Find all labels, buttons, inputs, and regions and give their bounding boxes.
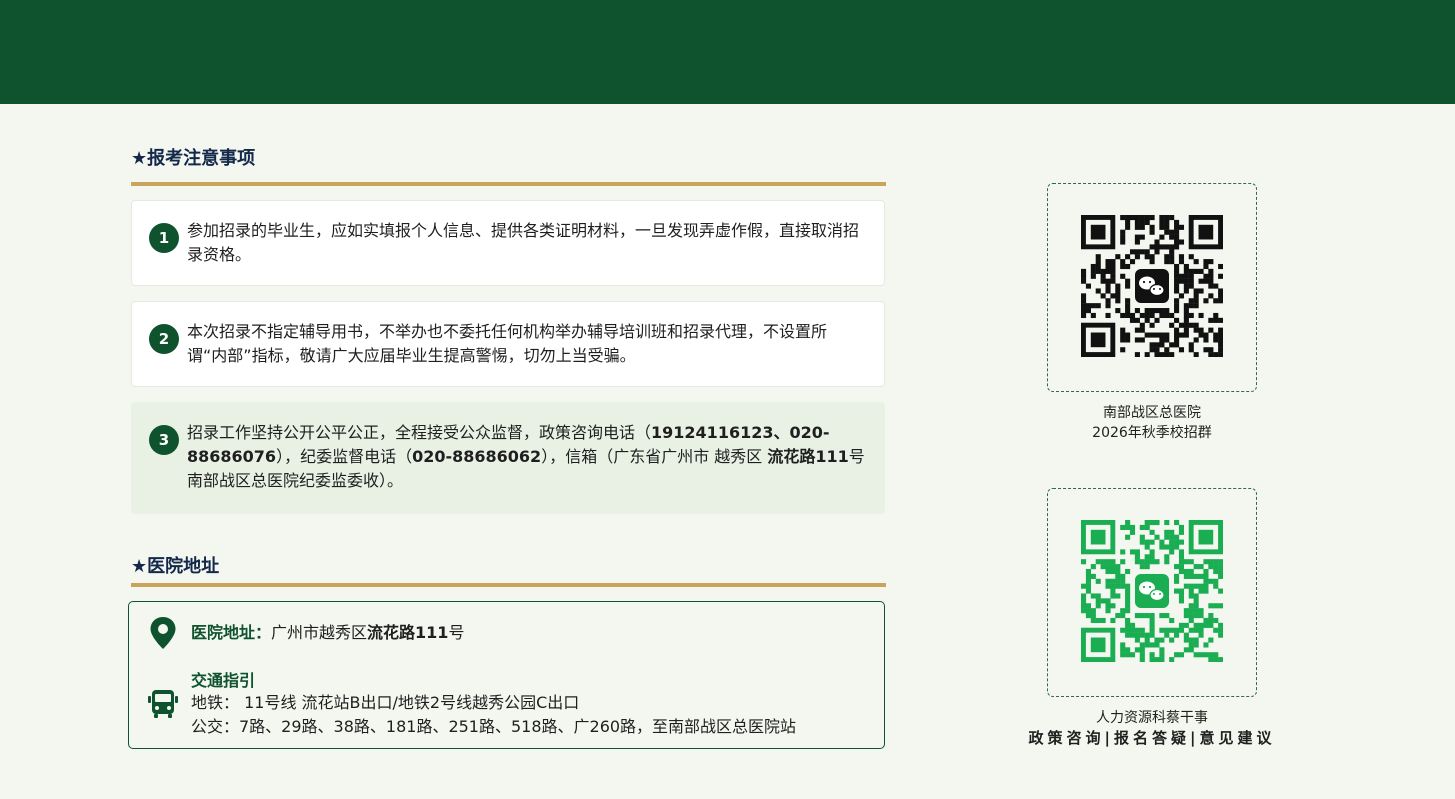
header-banner (0, 0, 1455, 104)
qr-finder-pattern (1081, 215, 1116, 250)
qr-finder-pattern (1188, 215, 1223, 250)
notice-item-number: 3 (149, 425, 179, 455)
notice-divider (131, 182, 886, 186)
qr-caption-line: 2026年秋季校招群 (1092, 425, 1212, 441)
qr-finder-pattern (1188, 520, 1223, 555)
qr-caption-services: 政策咨询|报名答疑|意见建议 (1028, 729, 1276, 747)
qr-code-card-recruit-group (1047, 183, 1257, 392)
notice-item-number: 1 (149, 223, 179, 253)
address-value: 广州市越秀区 (271, 623, 368, 642)
bus-icon (148, 690, 178, 718)
address-label: 医院地址： (191, 623, 272, 642)
notice-item-number: 2 (149, 324, 179, 354)
qr-code-card-hr-contact (1047, 488, 1257, 697)
traffic-guide-title: 交通指引 (191, 671, 256, 690)
address-box: 医院地址：广州市越秀区流花路111号 交通指引 地铁： 11号线 流花站B出口/… (128, 601, 885, 749)
qr-code-hr-contact[interactable] (1081, 520, 1223, 662)
address-suffix: 号 (448, 623, 465, 642)
metro-directions: 地铁： 11号线 流花站B出口/地铁2号线越秀公园C出口 (191, 693, 580, 712)
notice-text-part: 招录工作坚持公开公平公正，全程接受公众监督，政策咨询电话（ (187, 423, 652, 442)
bus-directions: 公交：7路、29路、38路、181路、251路、518路、广260路，至南部战区… (191, 717, 797, 736)
notice-section-title: ★报考注意事项 (131, 148, 256, 169)
notice-item-3: 3 招录工作坚持公开公平公正，全程接受公众监督，政策咨询电话（191241161… (131, 402, 885, 514)
qr-code-recruit-group[interactable] (1081, 215, 1223, 357)
location-pin-icon (150, 617, 176, 649)
hospital-address: 医院地址：广州市越秀区流花路111号 (191, 619, 464, 643)
notice-item-text: 招录工作坚持公开公平公正，全程接受公众监督，政策咨询电话（19124116123… (187, 421, 866, 493)
notice-item-text: 参加招录的毕业生，应如实填报个人信息、提供各类证明材料，一旦发现弄虚作假，直接取… (187, 221, 860, 264)
notice-item-text: 本次招录不指定辅导用书，不举办也不委托任何机构举办辅导培训班和招录代理，不设置所… (187, 322, 828, 365)
address-divider (131, 583, 886, 587)
mail-road: 流花路111 (767, 447, 849, 466)
qr-finder-pattern (1081, 322, 1116, 357)
address-road: 流花路111 (367, 623, 449, 642)
qr-finder-pattern (1081, 627, 1116, 662)
wechat-icon (1135, 574, 1169, 608)
notice-item-2: 2 本次招录不指定辅导用书，不举办也不委托任何机构举办辅导培训班和招录代理，不设… (131, 301, 885, 387)
notice-text-part: ），信箱（广东省广州市 越秀区 (541, 447, 768, 466)
qr-caption-line: 人力资源科蔡干事 (1096, 710, 1208, 726)
notice-item-1: 1 参加招录的毕业生，应如实填报个人信息、提供各类证明材料，一旦发现弄虚作假，直… (131, 200, 885, 286)
address-section-title: ★医院地址 (131, 556, 220, 577)
qr-caption-line: 南部战区总医院 (1103, 405, 1201, 421)
qr-caption-recruit-group: 南部战区总医院 2026年秋季校招群 (1002, 403, 1302, 443)
notice-text-part: ），纪委监督电话（ (276, 447, 413, 466)
wechat-icon (1135, 269, 1169, 303)
qr-finder-pattern (1081, 520, 1116, 555)
qr-caption-hr-contact: 人力资源科蔡干事 政策咨询|报名答疑|意见建议 (1002, 708, 1302, 748)
supervision-phone: 020-88686062 (412, 447, 542, 466)
